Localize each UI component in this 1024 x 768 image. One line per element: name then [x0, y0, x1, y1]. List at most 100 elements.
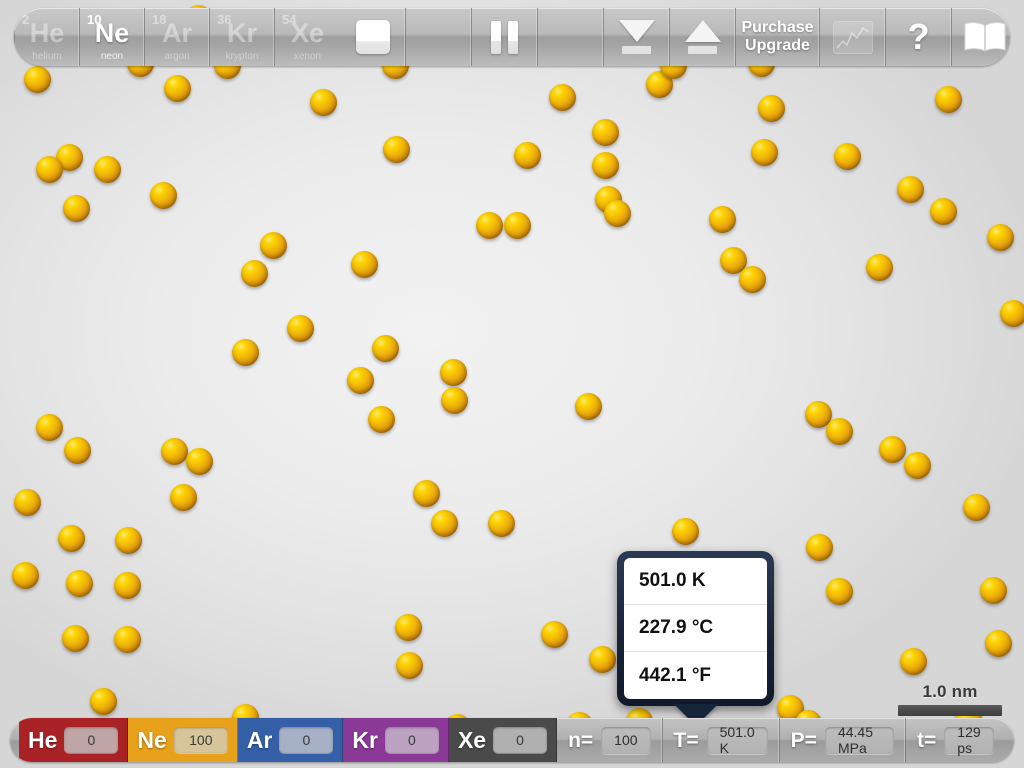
stat-t[interactable]: T= 501.0 K [663, 718, 780, 762]
gas-particle[interactable] [58, 525, 85, 552]
gas-particle[interactable] [549, 84, 576, 111]
gas-particle[interactable] [504, 212, 531, 239]
gas-particle[interactable] [170, 484, 197, 511]
gas-particle[interactable] [935, 86, 962, 113]
gas-particle[interactable] [287, 315, 314, 342]
gas-particle[interactable] [164, 75, 191, 102]
element-counter-ar[interactable]: Ar 0 [237, 718, 344, 762]
gas-particle[interactable] [232, 339, 259, 366]
element-counter-xe[interactable]: Xe 0 [448, 718, 558, 762]
gas-particle[interactable] [592, 119, 619, 146]
gas-particle[interactable] [575, 393, 602, 420]
gas-particle[interactable] [672, 518, 699, 545]
gas-particle[interactable] [476, 212, 503, 239]
gas-particle[interactable] [114, 572, 141, 599]
stat-value[interactable]: 44.45 MPa [824, 724, 895, 756]
gas-particle[interactable] [488, 510, 515, 537]
stat-value[interactable]: 100 [601, 726, 651, 754]
gas-particle[interactable] [241, 260, 268, 287]
simulation-stage[interactable]: 1.0 nm [0, 0, 1024, 768]
gas-particle[interactable] [592, 152, 619, 179]
increase-button[interactable] [670, 8, 736, 66]
gas-particle[interactable] [826, 418, 853, 445]
stat-n[interactable]: n= 100 [557, 718, 663, 762]
gas-particle[interactable] [897, 176, 924, 203]
gas-particle[interactable] [806, 534, 833, 561]
element-tab-xenon[interactable]: 54 Xe xenon [275, 8, 340, 66]
decrease-button[interactable] [604, 8, 670, 66]
gas-particle[interactable] [709, 206, 736, 233]
gas-particle[interactable] [351, 251, 378, 278]
gas-particle[interactable] [12, 562, 39, 589]
element-counter-value[interactable]: 0 [279, 727, 334, 753]
gas-particle[interactable] [63, 195, 90, 222]
element-tab-argon[interactable]: 18 Ar argon [145, 8, 210, 66]
gas-particle[interactable] [14, 489, 41, 516]
stop-button[interactable] [340, 8, 406, 66]
gas-particle[interactable] [441, 387, 468, 414]
gas-particle[interactable] [161, 438, 188, 465]
gas-particle[interactable] [260, 232, 287, 259]
book-button[interactable] [952, 8, 1010, 66]
element-counter-kr[interactable]: Kr 0 [343, 718, 449, 762]
gas-particle[interactable] [834, 143, 861, 170]
gas-particle[interactable] [150, 182, 177, 209]
gas-particle[interactable] [440, 359, 467, 386]
stat-t[interactable]: t= 129 ps [906, 718, 1005, 762]
gas-particle[interactable] [115, 527, 142, 554]
help-button[interactable]: ? [886, 8, 952, 66]
stat-value[interactable]: 129 ps [944, 724, 994, 756]
gas-particle[interactable] [739, 266, 766, 293]
gas-particle[interactable] [758, 95, 785, 122]
gas-particle[interactable] [413, 480, 440, 507]
element-counter-value[interactable]: 0 [384, 727, 439, 753]
gas-particle[interactable] [62, 625, 89, 652]
gas-particle[interactable] [514, 142, 541, 169]
gas-particle[interactable] [987, 224, 1014, 251]
gas-particle[interactable] [541, 621, 568, 648]
element-counter-value[interactable]: 100 [173, 727, 228, 753]
element-counter-ne[interactable]: Ne 100 [128, 718, 238, 762]
gas-particle[interactable] [94, 156, 121, 183]
gas-particle[interactable] [90, 688, 117, 715]
element-tab-neon[interactable]: 10 Ne neon [80, 8, 145, 66]
gas-particle[interactable] [36, 156, 63, 183]
element-counter-he[interactable]: He 0 [19, 718, 129, 762]
gas-particle[interactable] [900, 648, 927, 675]
pause-button[interactable] [472, 8, 538, 66]
gas-particle[interactable] [64, 437, 91, 464]
gas-particle[interactable] [1000, 300, 1024, 327]
gas-particle[interactable] [372, 335, 399, 362]
gas-particle[interactable] [985, 630, 1012, 657]
stat-value[interactable]: 501.0 K [706, 724, 768, 756]
element-counter-value[interactable]: 0 [64, 727, 119, 753]
gas-particle[interactable] [431, 510, 458, 537]
gas-particle[interactable] [751, 139, 778, 166]
gas-particle[interactable] [368, 406, 395, 433]
gas-particle[interactable] [395, 614, 422, 641]
gas-particle[interactable] [36, 414, 63, 441]
gas-particle[interactable] [114, 626, 141, 653]
gas-particle[interactable] [347, 367, 374, 394]
gas-particle[interactable] [66, 570, 93, 597]
gas-particle[interactable] [866, 254, 893, 281]
gas-particle[interactable] [186, 448, 213, 475]
chart-button[interactable] [820, 8, 886, 66]
stat-p[interactable]: P= 44.45 MPa [780, 718, 907, 762]
gas-particle[interactable] [930, 198, 957, 225]
gas-particle[interactable] [904, 452, 931, 479]
gas-particle[interactable] [604, 200, 631, 227]
element-tab-helium[interactable]: 2 He helium [15, 8, 80, 66]
gas-particle[interactable] [980, 577, 1007, 604]
gas-particle[interactable] [963, 494, 990, 521]
gas-particle[interactable] [310, 89, 337, 116]
purchase-upgrade-button[interactable]: Purchase Upgrade [736, 8, 820, 66]
gas-particle[interactable] [879, 436, 906, 463]
element-counter-value[interactable]: 0 [493, 727, 548, 753]
gas-particle[interactable] [826, 578, 853, 605]
gas-particle[interactable] [383, 136, 410, 163]
gas-particle[interactable] [24, 66, 51, 93]
element-tab-krypton[interactable]: 36 Kr krypton [210, 8, 275, 66]
gas-particle[interactable] [396, 652, 423, 679]
gas-particle[interactable] [589, 646, 616, 673]
